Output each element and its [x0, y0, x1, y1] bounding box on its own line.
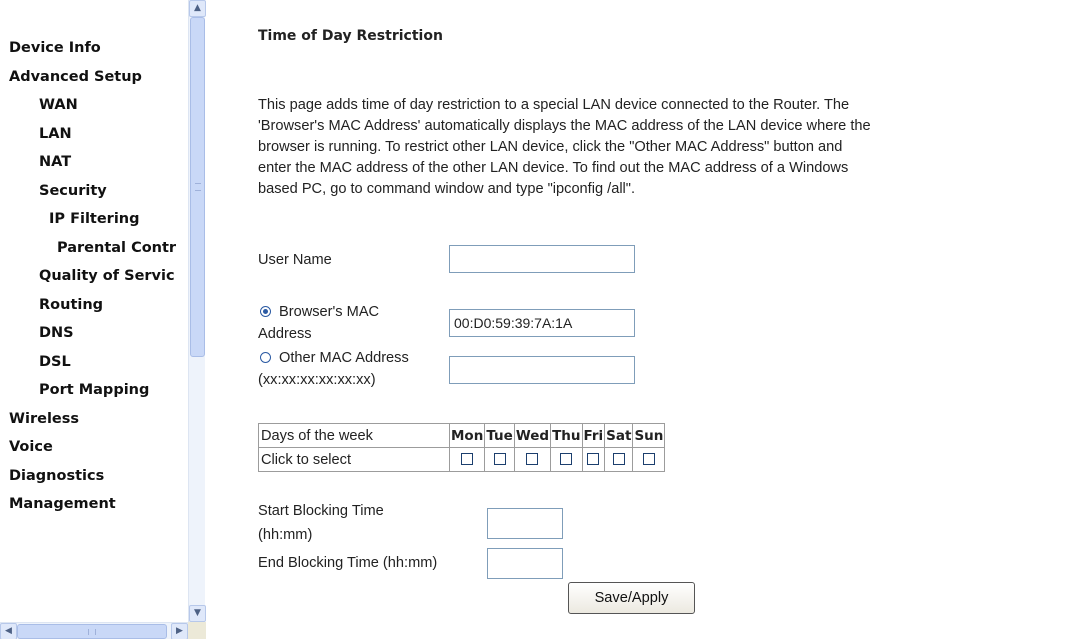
vertical-scroll-thumb[interactable] [190, 17, 205, 357]
end-time-input[interactable] [487, 548, 563, 579]
user-name-label: User Name [258, 252, 332, 268]
days-header-label: Days of the week [258, 423, 450, 448]
sidebar-item-nat[interactable]: NAT [9, 148, 189, 177]
day-checkbox-sun[interactable] [642, 452, 655, 465]
vertical-scrollbar[interactable]: ▲ ▼ [188, 0, 206, 622]
chevron-right-icon: ▶ [176, 626, 183, 636]
scroll-right-button[interactable]: ▶ [171, 623, 188, 639]
intro-line: based PC, go to command window and type … [258, 181, 636, 197]
page-title: Time of Day Restriction [258, 28, 443, 44]
sidebar-item-lan[interactable]: LAN [9, 120, 189, 149]
end-time-label: End Blocking Time (hh:mm) [258, 555, 438, 571]
table-row: Days of the week Mon Tue Wed Thu Fri Sat… [258, 423, 666, 448]
other-mac-radio[interactable] [260, 352, 271, 363]
day-header-wed: Wed [513, 423, 552, 448]
sidebar-item-wireless[interactable]: Wireless [9, 405, 189, 434]
browser-mac-label-cont: Address [258, 326, 312, 342]
browser-mac-radio[interactable] [260, 306, 271, 317]
click-to-select-label: Click to select [258, 447, 450, 472]
day-header-mon: Mon [448, 423, 486, 448]
sidebar-item-device-info[interactable]: Device Info [9, 34, 189, 63]
day-header-sun: Sun [632, 423, 666, 448]
other-mac-format-label: (xx:xx:xx:xx:xx:xx) [258, 372, 376, 388]
scroll-down-button[interactable]: ▼ [189, 605, 206, 622]
sidebar-item-ip-filtering[interactable]: IP Filtering [9, 205, 189, 234]
sidebar-item-dsl[interactable]: DSL [9, 348, 189, 377]
browser-mac-label: Browser's MAC [279, 304, 380, 320]
sidebar-item-advanced-setup[interactable]: Advanced Setup [9, 63, 189, 92]
day-header-fri: Fri [581, 423, 606, 448]
chevron-left-icon: ◀ [5, 626, 12, 636]
user-name-input[interactable] [449, 245, 635, 273]
sidebar-item-routing[interactable]: Routing [9, 291, 189, 320]
day-checkbox-thu[interactable] [560, 452, 573, 465]
intro-line: browser is running. To restrict other LA… [258, 139, 843, 155]
start-time-label: Start Blocking Time [258, 503, 384, 519]
sidebar-item-diagnostics[interactable]: Diagnostics [9, 462, 189, 491]
other-mac-label-row: Other MAC Address [258, 349, 409, 368]
horizontal-scroll-thumb[interactable] [17, 624, 167, 639]
sidebar-item-parental-control[interactable]: Parental Contr [9, 234, 189, 263]
intro-line: 'Browser's MAC Address' automatically di… [258, 118, 871, 134]
day-header-sat: Sat [604, 423, 634, 448]
other-mac-input[interactable] [449, 356, 635, 384]
other-mac-label: Other MAC Address [279, 350, 409, 366]
day-header-tue: Tue [484, 423, 515, 448]
day-checkbox-sat[interactable] [612, 452, 625, 465]
day-checkbox-tue[interactable] [493, 452, 506, 465]
sidebar-item-voice[interactable]: Voice [9, 433, 189, 462]
intro-line: enter the MAC address of the other LAN d… [258, 160, 849, 176]
scroll-up-button[interactable]: ▲ [189, 0, 206, 17]
day-checkbox-wed[interactable] [526, 452, 539, 465]
browser-mac-label-row: Browser's MAC [258, 303, 379, 322]
sidebar-item-port-mapping[interactable]: Port Mapping [9, 376, 189, 405]
day-checkbox-mon[interactable] [461, 452, 474, 465]
sidebar-item-security[interactable]: Security [9, 177, 189, 206]
sidebar-item-quality-of-service[interactable]: Quality of Servic [9, 262, 189, 291]
horizontal-scrollbar[interactable]: ◀ ▶ [0, 622, 188, 639]
intro-line: This page adds time of day restriction t… [258, 97, 850, 113]
nav-menu: Device Info Advanced Setup WAN LAN NAT S… [9, 34, 189, 519]
scrollbar-corner [188, 622, 206, 639]
save-apply-button[interactable]: Save/Apply [568, 582, 695, 614]
start-time-format-label: (hh:mm) [258, 527, 313, 543]
sidebar-item-dns[interactable]: DNS [9, 319, 189, 348]
sidebar-item-management[interactable]: Management [9, 490, 189, 519]
days-of-week-table: Days of the week Mon Tue Wed Thu Fri Sat… [258, 423, 666, 472]
sidebar-item-wan[interactable]: WAN [9, 91, 189, 120]
chevron-down-icon: ▼ [194, 608, 201, 618]
sidebar-nav: Device Info Advanced Setup WAN LAN NAT S… [0, 0, 206, 639]
table-row: Click to select [258, 447, 666, 472]
intro-text: This page adds time of day restriction t… [258, 95, 998, 200]
main-content: Time of Day Restriction This page adds t… [258, 0, 1058, 639]
day-checkbox-fri[interactable] [587, 452, 600, 465]
browser-mac-input[interactable] [449, 309, 635, 337]
start-time-input[interactable] [487, 508, 563, 539]
scroll-left-button[interactable]: ◀ [0, 623, 17, 639]
day-header-thu: Thu [550, 423, 583, 448]
chevron-up-icon: ▲ [194, 3, 201, 13]
